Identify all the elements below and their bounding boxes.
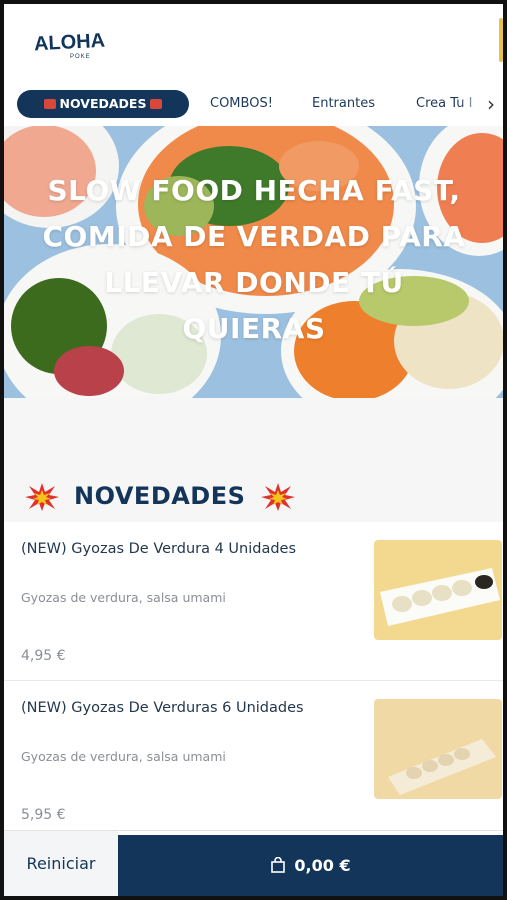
svg-text:POKE: POKE [70,54,91,60]
tab-label: NOVEDADES [59,96,147,111]
chevron-right-icon[interactable]: › [487,92,503,116]
product-price: 4,95 € [21,648,66,664]
shopping-bag-icon [271,857,286,873]
hero-line: LLEVAR DONDE TÚ [104,266,404,299]
category-tabs: NOVEDADES COMBOS! Entrantes Crea Tu I › [4,82,503,126]
explosion-icon [150,99,163,109]
bottom-bar: Reiniciar 0,00 € [4,830,503,896]
product-name: (NEW) Gyozas De Verduras 6 Unidades [21,700,304,716]
hero-headline: SLOW FOOD HECHA FAST, COMIDA DE VERDAD P… [14,168,494,352]
explosion-icon [25,483,59,511]
product-description: Gyozas de verdura, salsa umami [21,590,226,605]
product-item[interactable]: (NEW) Gyozas De Verdura 4 Unidades Gyoza… [4,522,503,680]
hero-banner: SLOW FOOD HECHA FAST, COMIDA DE VERDAD P… [4,126,503,398]
tab-novedades[interactable]: NOVEDADES [17,90,189,118]
product-image[interactable] [374,699,502,799]
section-header: NOVEDADES [4,474,503,522]
hero-line: COMIDA DE VERDAD PARA [42,220,466,253]
product-description: Gyozas de verdura, salsa umami [21,749,226,764]
product-price: 5,95 € [21,807,66,823]
product-item[interactable]: (NEW) Gyozas De Verduras 6 Unidades Gyoz… [4,680,503,838]
hero-line: SLOW FOOD HECHA FAST, [47,174,461,207]
app-screen: ALOHA POKE NOVEDADES COMBOS! Entrantes C… [4,4,503,896]
cart-total: 0,00 € [294,856,351,875]
explosion-icon [261,483,295,511]
explosion-icon [43,99,56,109]
edge-accent [499,18,503,62]
reset-button[interactable]: Reiniciar [4,831,118,896]
tab-entrantes[interactable]: Entrantes [312,90,375,118]
aloha-poke-logo[interactable]: ALOHA POKE [32,26,128,60]
section-title: NOVEDADES [74,482,246,510]
product-name: (NEW) Gyozas De Verdura 4 Unidades [21,541,297,557]
product-image[interactable] [374,540,502,640]
tabs-fade [459,88,487,120]
cart-button[interactable]: 0,00 € [118,835,503,896]
hero-line: QUIERAS [182,312,326,345]
spacer [4,398,503,474]
tab-combos[interactable]: COMBOS! [210,90,273,118]
header: ALOHA POKE [4,4,503,82]
svg-text:ALOHA: ALOHA [33,30,105,56]
